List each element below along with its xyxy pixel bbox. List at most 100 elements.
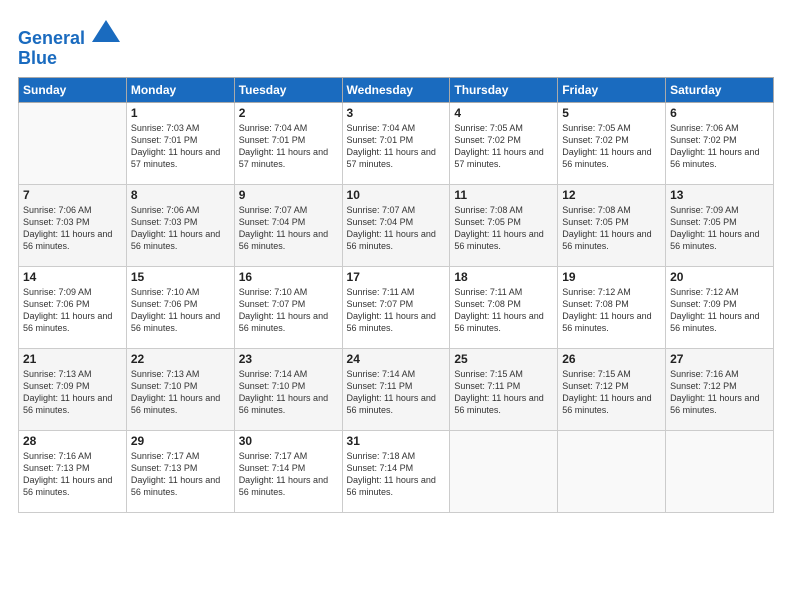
calendar-cell: 2 Sunrise: 7:04 AMSunset: 7:01 PMDayligh… — [234, 102, 342, 184]
day-info: Sunrise: 7:17 AMSunset: 7:14 PMDaylight:… — [239, 450, 338, 499]
day-number: 23 — [239, 352, 338, 366]
col-header-saturday: Saturday — [666, 77, 774, 102]
day-number: 13 — [670, 188, 769, 202]
calendar-cell: 28 Sunrise: 7:16 AMSunset: 7:13 PMDaylig… — [19, 430, 127, 512]
day-number: 5 — [562, 106, 661, 120]
week-row-2: 7 Sunrise: 7:06 AMSunset: 7:03 PMDayligh… — [19, 184, 774, 266]
page-header: General Blue — [18, 18, 774, 69]
day-number: 9 — [239, 188, 338, 202]
col-header-friday: Friday — [558, 77, 666, 102]
day-info: Sunrise: 7:05 AMSunset: 7:02 PMDaylight:… — [454, 122, 553, 171]
col-header-tuesday: Tuesday — [234, 77, 342, 102]
day-info: Sunrise: 7:11 AMSunset: 7:07 PMDaylight:… — [347, 286, 446, 335]
calendar-cell: 10 Sunrise: 7:07 AMSunset: 7:04 PMDaylig… — [342, 184, 450, 266]
week-row-3: 14 Sunrise: 7:09 AMSunset: 7:06 PMDaylig… — [19, 266, 774, 348]
calendar-cell: 7 Sunrise: 7:06 AMSunset: 7:03 PMDayligh… — [19, 184, 127, 266]
col-header-thursday: Thursday — [450, 77, 558, 102]
week-row-4: 21 Sunrise: 7:13 AMSunset: 7:09 PMDaylig… — [19, 348, 774, 430]
day-info: Sunrise: 7:15 AMSunset: 7:11 PMDaylight:… — [454, 368, 553, 417]
day-info: Sunrise: 7:05 AMSunset: 7:02 PMDaylight:… — [562, 122, 661, 171]
calendar-cell: 11 Sunrise: 7:08 AMSunset: 7:05 PMDaylig… — [450, 184, 558, 266]
day-info: Sunrise: 7:12 AMSunset: 7:09 PMDaylight:… — [670, 286, 769, 335]
logo: General Blue — [18, 22, 120, 69]
day-info: Sunrise: 7:09 AMSunset: 7:05 PMDaylight:… — [670, 204, 769, 253]
day-number: 15 — [131, 270, 230, 284]
day-info: Sunrise: 7:17 AMSunset: 7:13 PMDaylight:… — [131, 450, 230, 499]
day-number: 29 — [131, 434, 230, 448]
day-number: 25 — [454, 352, 553, 366]
day-info: Sunrise: 7:12 AMSunset: 7:08 PMDaylight:… — [562, 286, 661, 335]
calendar-cell: 14 Sunrise: 7:09 AMSunset: 7:06 PMDaylig… — [19, 266, 127, 348]
calendar-cell: 1 Sunrise: 7:03 AMSunset: 7:01 PMDayligh… — [126, 102, 234, 184]
calendar-cell: 23 Sunrise: 7:14 AMSunset: 7:10 PMDaylig… — [234, 348, 342, 430]
calendar-cell: 4 Sunrise: 7:05 AMSunset: 7:02 PMDayligh… — [450, 102, 558, 184]
calendar-cell: 15 Sunrise: 7:10 AMSunset: 7:06 PMDaylig… — [126, 266, 234, 348]
day-number: 28 — [23, 434, 122, 448]
col-header-monday: Monday — [126, 77, 234, 102]
calendar-cell: 16 Sunrise: 7:10 AMSunset: 7:07 PMDaylig… — [234, 266, 342, 348]
day-number: 20 — [670, 270, 769, 284]
calendar-cell: 8 Sunrise: 7:06 AMSunset: 7:03 PMDayligh… — [126, 184, 234, 266]
logo-icon — [92, 20, 120, 42]
logo-text: General Blue — [18, 22, 120, 69]
calendar-table: SundayMondayTuesdayWednesdayThursdayFrid… — [18, 77, 774, 513]
calendar-cell: 12 Sunrise: 7:08 AMSunset: 7:05 PMDaylig… — [558, 184, 666, 266]
day-number: 30 — [239, 434, 338, 448]
day-number: 14 — [23, 270, 122, 284]
day-info: Sunrise: 7:07 AMSunset: 7:04 PMDaylight:… — [239, 204, 338, 253]
calendar-cell: 21 Sunrise: 7:13 AMSunset: 7:09 PMDaylig… — [19, 348, 127, 430]
calendar-cell: 29 Sunrise: 7:17 AMSunset: 7:13 PMDaylig… — [126, 430, 234, 512]
day-info: Sunrise: 7:06 AMSunset: 7:03 PMDaylight:… — [131, 204, 230, 253]
calendar-cell: 20 Sunrise: 7:12 AMSunset: 7:09 PMDaylig… — [666, 266, 774, 348]
day-number: 1 — [131, 106, 230, 120]
day-number: 18 — [454, 270, 553, 284]
calendar-header-row: SundayMondayTuesdayWednesdayThursdayFrid… — [19, 77, 774, 102]
week-row-1: 1 Sunrise: 7:03 AMSunset: 7:01 PMDayligh… — [19, 102, 774, 184]
day-number: 24 — [347, 352, 446, 366]
day-number: 17 — [347, 270, 446, 284]
day-number: 16 — [239, 270, 338, 284]
day-info: Sunrise: 7:03 AMSunset: 7:01 PMDaylight:… — [131, 122, 230, 171]
calendar-cell: 17 Sunrise: 7:11 AMSunset: 7:07 PMDaylig… — [342, 266, 450, 348]
calendar-cell: 3 Sunrise: 7:04 AMSunset: 7:01 PMDayligh… — [342, 102, 450, 184]
calendar-cell: 19 Sunrise: 7:12 AMSunset: 7:08 PMDaylig… — [558, 266, 666, 348]
day-info: Sunrise: 7:06 AMSunset: 7:02 PMDaylight:… — [670, 122, 769, 171]
day-number: 12 — [562, 188, 661, 202]
day-info: Sunrise: 7:08 AMSunset: 7:05 PMDaylight:… — [454, 204, 553, 253]
day-info: Sunrise: 7:07 AMSunset: 7:04 PMDaylight:… — [347, 204, 446, 253]
col-header-wednesday: Wednesday — [342, 77, 450, 102]
day-info: Sunrise: 7:16 AMSunset: 7:12 PMDaylight:… — [670, 368, 769, 417]
day-info: Sunrise: 7:14 AMSunset: 7:10 PMDaylight:… — [239, 368, 338, 417]
calendar-cell — [450, 430, 558, 512]
day-info: Sunrise: 7:08 AMSunset: 7:05 PMDaylight:… — [562, 204, 661, 253]
day-number: 10 — [347, 188, 446, 202]
col-header-sunday: Sunday — [19, 77, 127, 102]
calendar-cell: 18 Sunrise: 7:11 AMSunset: 7:08 PMDaylig… — [450, 266, 558, 348]
calendar-cell: 26 Sunrise: 7:15 AMSunset: 7:12 PMDaylig… — [558, 348, 666, 430]
calendar-cell: 5 Sunrise: 7:05 AMSunset: 7:02 PMDayligh… — [558, 102, 666, 184]
day-number: 22 — [131, 352, 230, 366]
calendar-cell: 30 Sunrise: 7:17 AMSunset: 7:14 PMDaylig… — [234, 430, 342, 512]
calendar-cell: 22 Sunrise: 7:13 AMSunset: 7:10 PMDaylig… — [126, 348, 234, 430]
day-number: 2 — [239, 106, 338, 120]
calendar-cell: 31 Sunrise: 7:18 AMSunset: 7:14 PMDaylig… — [342, 430, 450, 512]
day-number: 19 — [562, 270, 661, 284]
day-number: 8 — [131, 188, 230, 202]
calendar-cell: 9 Sunrise: 7:07 AMSunset: 7:04 PMDayligh… — [234, 184, 342, 266]
calendar-cell: 25 Sunrise: 7:15 AMSunset: 7:11 PMDaylig… — [450, 348, 558, 430]
calendar-cell: 13 Sunrise: 7:09 AMSunset: 7:05 PMDaylig… — [666, 184, 774, 266]
day-info: Sunrise: 7:10 AMSunset: 7:06 PMDaylight:… — [131, 286, 230, 335]
day-info: Sunrise: 7:16 AMSunset: 7:13 PMDaylight:… — [23, 450, 122, 499]
day-number: 27 — [670, 352, 769, 366]
day-info: Sunrise: 7:13 AMSunset: 7:09 PMDaylight:… — [23, 368, 122, 417]
day-number: 7 — [23, 188, 122, 202]
calendar-cell — [666, 430, 774, 512]
day-info: Sunrise: 7:04 AMSunset: 7:01 PMDaylight:… — [239, 122, 338, 171]
calendar-cell — [19, 102, 127, 184]
day-info: Sunrise: 7:09 AMSunset: 7:06 PMDaylight:… — [23, 286, 122, 335]
calendar-cell: 24 Sunrise: 7:14 AMSunset: 7:11 PMDaylig… — [342, 348, 450, 430]
page-container: General Blue SundayMondayTuesdayWednesda… — [0, 0, 792, 523]
calendar-cell: 27 Sunrise: 7:16 AMSunset: 7:12 PMDaylig… — [666, 348, 774, 430]
calendar-cell — [558, 430, 666, 512]
day-number: 6 — [670, 106, 769, 120]
